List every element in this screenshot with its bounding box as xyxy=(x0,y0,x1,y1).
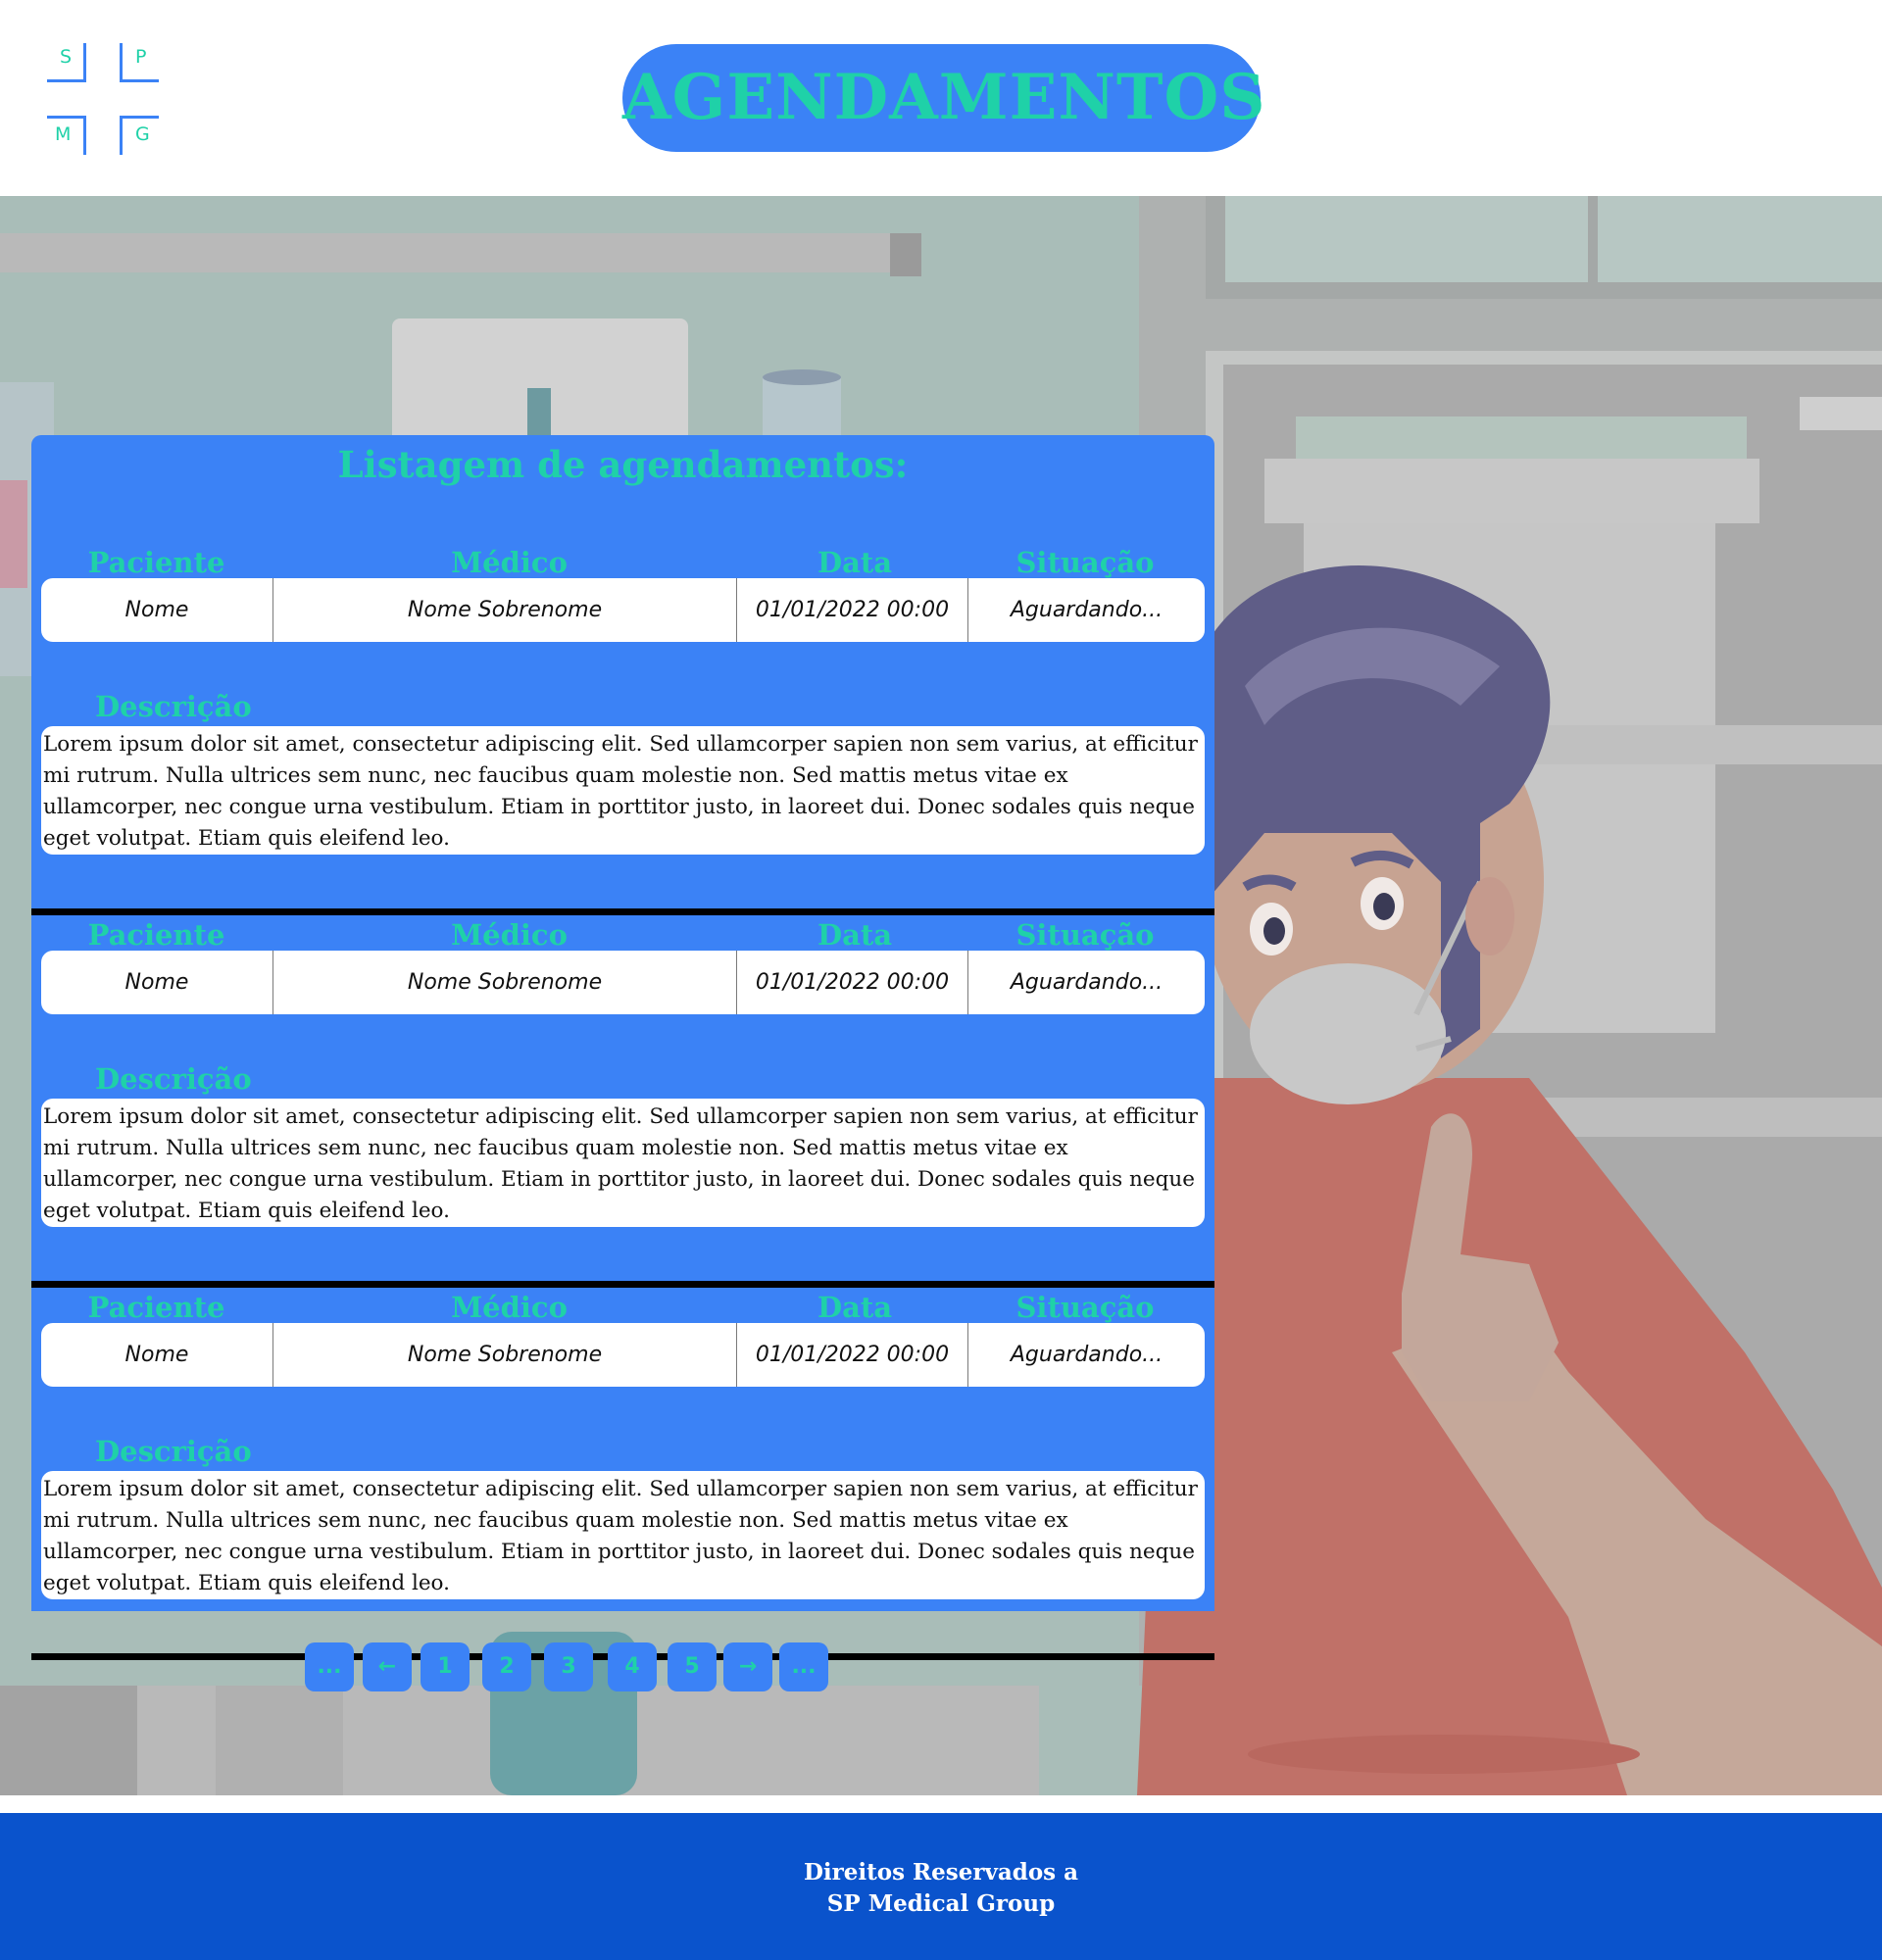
footer: Direitos Reservados a SP Medical Group xyxy=(0,1813,1882,1960)
header: S P M G AGENDAMENTOS xyxy=(0,0,1882,196)
cell-data: 01/01/2022 00:00 xyxy=(737,578,968,642)
description-text: Lorem ipsum dolor sit amet, consectetur … xyxy=(41,1099,1205,1227)
pagination-next-button[interactable]: → xyxy=(723,1642,772,1691)
description-label: Descrição xyxy=(95,1062,252,1096)
column-header-data: Data xyxy=(817,1291,893,1324)
pagination-page-1[interactable]: 1 xyxy=(421,1642,470,1691)
pagination-first-ellipsis[interactable]: ... xyxy=(305,1642,354,1691)
appointment-row[interactable]: Nome Nome Sobrenome 01/01/2022 00:00 Agu… xyxy=(41,1323,1205,1387)
column-header-paciente: Paciente xyxy=(87,1291,225,1324)
description-label: Descrição xyxy=(95,1435,252,1468)
column-header-medico: Médico xyxy=(451,546,568,579)
pagination-last-ellipsis[interactable]: ... xyxy=(779,1642,828,1691)
logo-quadrant-m: M xyxy=(47,116,86,155)
appointment-record: Paciente Médico Data Situação Nome Nome … xyxy=(31,1288,1214,1660)
record-separator xyxy=(31,908,1214,915)
logo-letter-p: P xyxy=(135,46,147,68)
appointments-panel: Listagem de agendamentos: Paciente Médic… xyxy=(31,435,1214,1660)
page-title: AGENDAMENTOS xyxy=(622,44,1264,152)
pagination-prev-button[interactable]: ← xyxy=(363,1642,412,1691)
cell-medico: Nome Sobrenome xyxy=(273,1323,737,1387)
arrow-left-icon: ← xyxy=(377,1654,397,1679)
cell-situacao: Aguardando... xyxy=(1010,598,1164,622)
appointment-record: Paciente Médico Data Situação Nome Nome … xyxy=(31,543,1214,915)
cell-medico: Nome Sobrenome xyxy=(273,578,737,642)
cell-situacao: Aguardando... xyxy=(1010,1343,1164,1367)
cell-medico: Nome Sobrenome xyxy=(273,951,737,1014)
column-header-data: Data xyxy=(817,918,893,952)
description-text: Lorem ipsum dolor sit amet, consectetur … xyxy=(41,726,1205,855)
footer-rights-text: Direitos Reservados a xyxy=(803,1859,1079,1886)
appointment-record: Paciente Médico Data Situação Nome Nome … xyxy=(31,915,1214,1288)
appointment-row[interactable]: Nome Nome Sobrenome 01/01/2022 00:00 Agu… xyxy=(41,951,1205,1014)
pagination-page-3[interactable]: 3 xyxy=(544,1642,593,1691)
logo-quadrant-p: P xyxy=(120,43,159,82)
column-header-situacao: Situação xyxy=(1015,918,1155,952)
column-header-data: Data xyxy=(817,546,893,579)
appointment-row[interactable]: Nome Nome Sobrenome 01/01/2022 00:00 Agu… xyxy=(41,578,1205,642)
column-header-situacao: Situação xyxy=(1015,1291,1155,1324)
logo-letter-g: G xyxy=(135,123,150,145)
logo-letter-s: S xyxy=(60,46,73,68)
pagination-page-4[interactable]: 4 xyxy=(608,1642,657,1691)
logo-letter-m: M xyxy=(55,123,72,145)
column-header-paciente: Paciente xyxy=(87,918,225,952)
logo-quadrant-g: G xyxy=(120,116,159,155)
column-header-situacao: Situação xyxy=(1015,546,1155,579)
spmg-logo[interactable]: S P M G xyxy=(47,43,159,155)
logo-quadrant-s: S xyxy=(47,43,86,82)
record-separator xyxy=(31,1281,1214,1288)
pagination-page-2[interactable]: 2 xyxy=(482,1642,531,1691)
description-text: Lorem ipsum dolor sit amet, consectetur … xyxy=(41,1471,1205,1599)
footer-company-name: SP Medical Group xyxy=(826,1890,1056,1917)
cell-situacao: Aguardando... xyxy=(1010,970,1164,995)
listing-title: Listagem de agendamentos: xyxy=(337,443,909,486)
pagination-page-5[interactable]: 5 xyxy=(668,1642,717,1691)
description-label: Descrição xyxy=(95,690,252,723)
arrow-right-icon: → xyxy=(738,1654,758,1679)
column-header-medico: Médico xyxy=(451,918,568,952)
cell-data: 01/01/2022 00:00 xyxy=(737,1323,968,1387)
cell-data: 01/01/2022 00:00 xyxy=(737,951,968,1014)
cell-paciente: Nome xyxy=(41,951,273,1014)
cell-paciente: Nome xyxy=(41,1323,273,1387)
pagination: ... ← 1 2 3 4 5 → ... xyxy=(0,1642,1882,1691)
column-header-paciente: Paciente xyxy=(87,546,225,579)
cell-paciente: Nome xyxy=(41,578,273,642)
column-header-medico: Médico xyxy=(451,1291,568,1324)
